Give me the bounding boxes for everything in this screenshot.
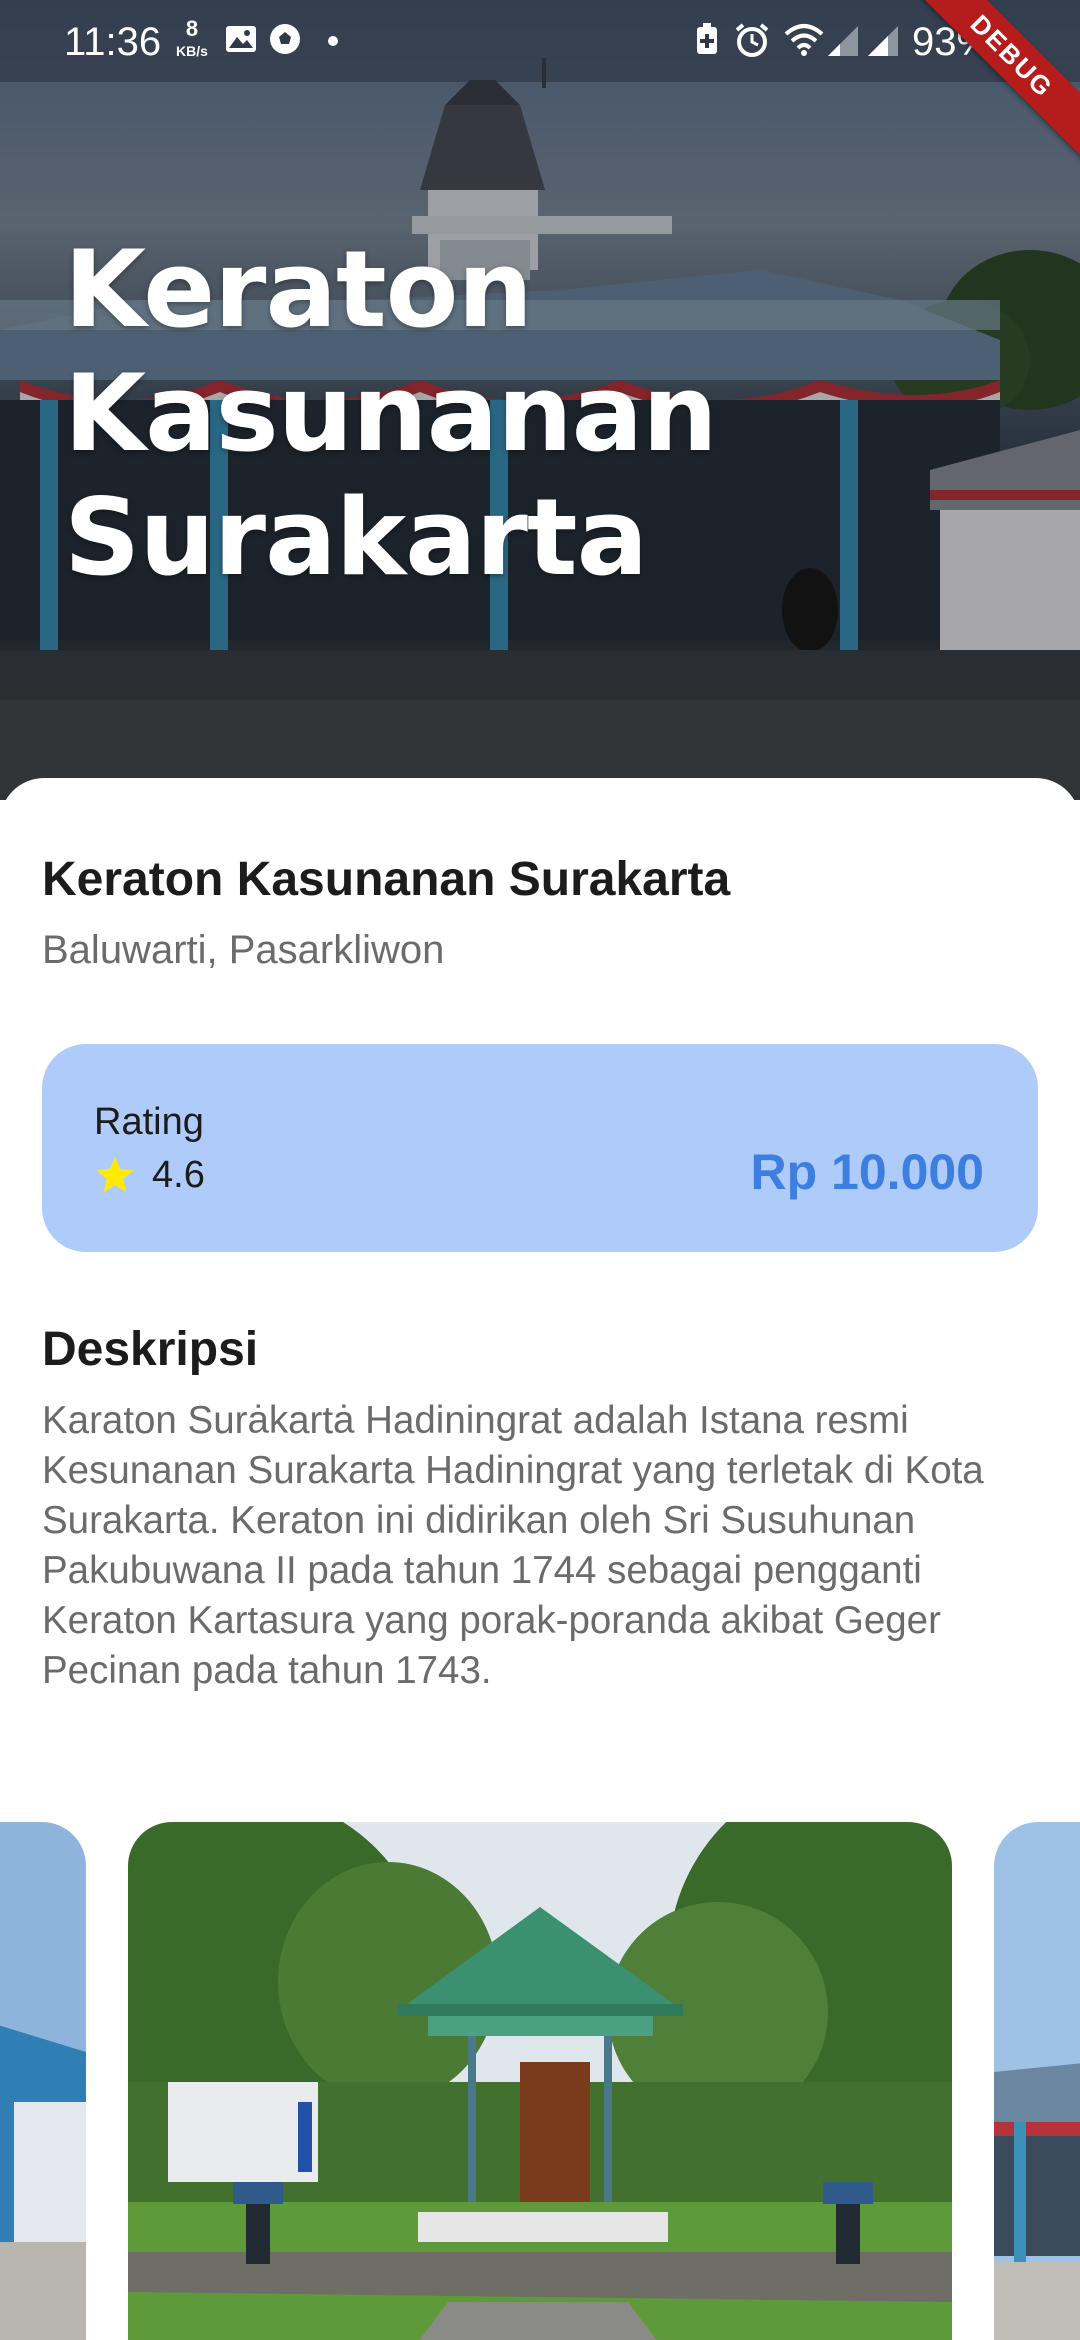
photo-gallery[interactable]	[0, 1822, 1080, 2340]
rating-label: Rating	[94, 1101, 204, 1143]
wifi-icon	[784, 24, 824, 56]
network-speed-unit: KB/s	[176, 43, 208, 59]
place-location: Baluwarti, Pasarkliwon	[42, 928, 445, 972]
star-icon	[96, 1156, 134, 1193]
description-text: Karaton Surȧkartȧ Hadiningrat adalah Ist…	[42, 1399, 984, 1692]
dot-icon	[328, 36, 338, 46]
network-speed: 8	[185, 16, 199, 41]
status-bar: 11:36 8 KB/s 93% DEBUG	[0, 0, 1080, 164]
gallery-image[interactable]	[0, 1822, 86, 2340]
detail-screen: Keraton Kasunanan Surakarta 11:36 8 KB/s	[0, 0, 1080, 2340]
image-icon	[226, 26, 256, 52]
status-time: 11:36	[64, 20, 162, 64]
description-title: Deskripsi	[42, 1323, 259, 1376]
alarm-icon	[735, 23, 769, 57]
signal-icon	[868, 26, 898, 56]
battery-saver-icon	[697, 23, 717, 54]
rating-value: 4.6	[152, 1154, 205, 1196]
ticket-price: Rp 10.000	[750, 1144, 984, 1200]
soccer-ball-icon	[270, 24, 300, 54]
signal-icon	[828, 26, 858, 56]
hero-title: Keraton Kasunanan Surakarta	[64, 228, 718, 599]
hero-image: Keraton Kasunanan Surakarta	[0, 0, 1080, 800]
gallery-image[interactable]	[994, 1822, 1080, 2340]
place-name: Keraton Kasunanan Surakarta	[42, 853, 731, 906]
gallery-image[interactable]	[128, 1822, 952, 2340]
rating-price-card: Rating 4.6 Rp 10.000	[42, 1044, 1038, 1252]
